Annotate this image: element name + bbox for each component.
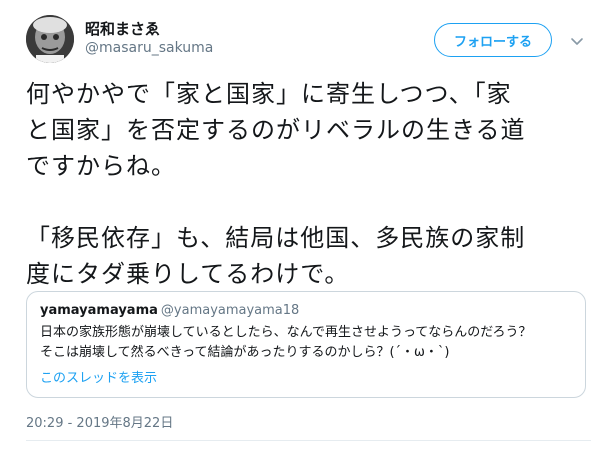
screen-name[interactable]: @masaru_sakuma <box>85 40 213 56</box>
quote-line: 日本の家族形態が崩壊しているとしたら、なんで再生させようってならんのだろう？ <box>40 325 532 340</box>
tweet-line: ですからね。 <box>26 152 176 180</box>
quote-text: 日本の家族形態が崩壊しているとしたら、なんで再生させようってならんのだろう？ そ… <box>40 323 575 363</box>
tweet-line: 「移民依存」も、結局は他国、多民族の家制 <box>26 224 526 252</box>
tweet-line: 度にタダ乗りしてるわけで。 <box>26 260 350 288</box>
chevron-down-icon[interactable] <box>568 32 586 50</box>
quote-display-name: yamayamayama <box>40 303 158 318</box>
show-thread-link[interactable]: このスレッドを表示 <box>40 367 157 386</box>
avatar-portrait-icon <box>26 15 74 63</box>
tweet-line: と国家」を否定するのがリベラルの生きる道 <box>26 116 526 144</box>
avatar[interactable] <box>26 15 74 63</box>
quote-line: そこは崩壊して然るべきって結論があったりするのかしら？(´・ω・`) <box>40 345 450 360</box>
timestamp[interactable]: 20:29 - 2019年8月22日 <box>26 412 173 431</box>
quote-tweet-card[interactable]: yamayamayama @yamayamayama18 日本の家族形態が崩壊して… <box>26 291 586 398</box>
follow-button[interactable]: フォローする <box>434 23 552 57</box>
tweet-line: 何やかやで「家と国家」に寄生しつつ、「家 <box>26 80 512 108</box>
display-name[interactable]: 昭和まさゑ <box>85 18 160 39</box>
tweet-text: 何やかやで「家と国家」に寄生しつつ、「家 と国家」を否定するのがリベラルの生きる… <box>26 76 591 292</box>
divider <box>26 440 591 441</box>
quote-screen-name: @yamayamayama18 <box>160 303 300 318</box>
quote-header: yamayamayama @yamayamayama18 <box>40 303 299 318</box>
